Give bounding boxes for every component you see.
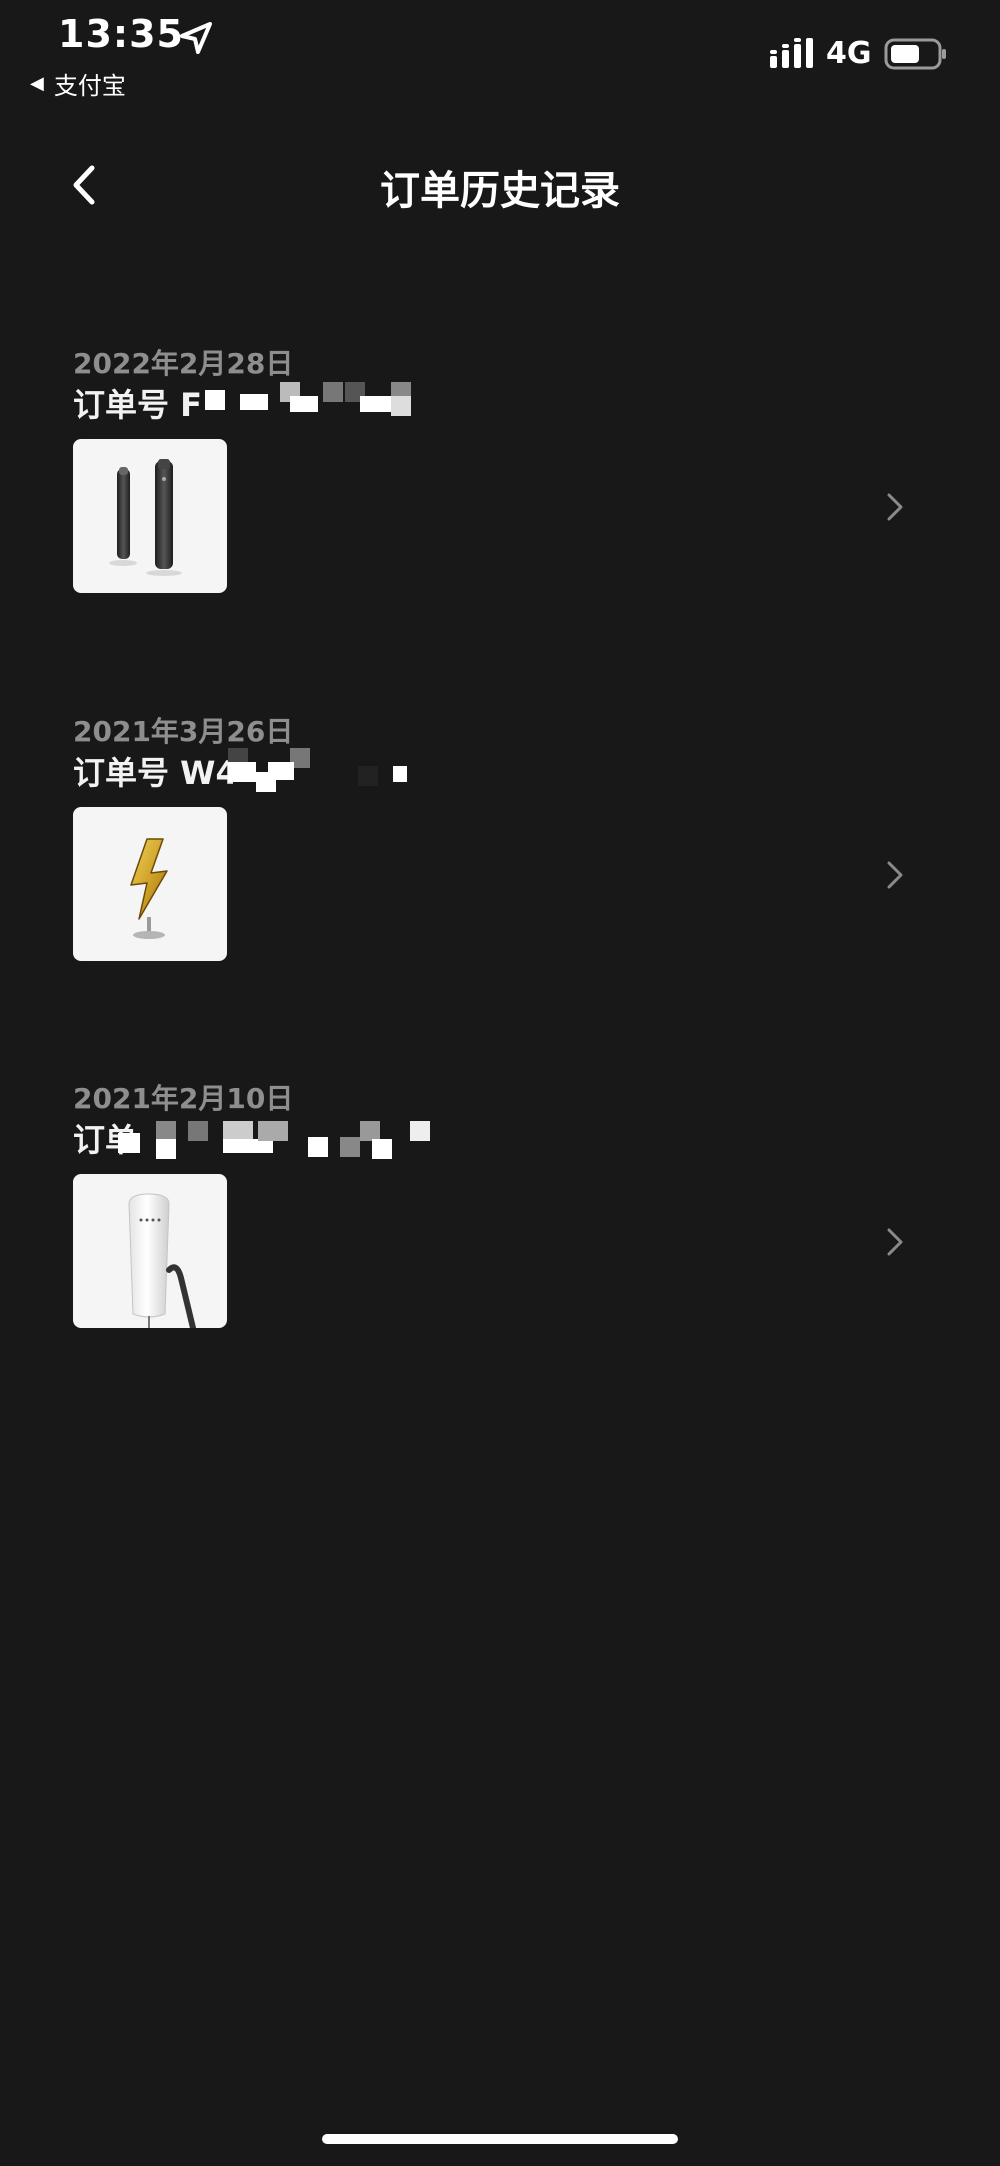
page-title: 订单历史记录 (380, 168, 620, 214)
location-arrow-icon (180, 22, 212, 54)
back-triangle-icon: ◀ (30, 73, 44, 94)
status-time: 13:35 (58, 12, 184, 56)
order-item[interactable]: 2021年3月26日 订单号 W4 (0, 710, 1000, 1010)
redacted-order-number (205, 376, 435, 424)
wall-connector-product (128, 1193, 196, 1328)
order-item[interactable]: 2021年2月10日 订单 (0, 1077, 1000, 1377)
order-number: 订单号 W4 (73, 754, 238, 792)
chevron-right-icon[interactable] (884, 859, 906, 891)
back-to-app-link[interactable]: ◀ 支付宝 (30, 66, 126, 101)
charging-cables-product (109, 459, 182, 576)
signal-bars-icon (770, 38, 813, 68)
product-thumbnail (73, 807, 227, 961)
network-type: 4G (826, 36, 872, 71)
redacted-order-number (118, 1111, 438, 1159)
order-number: 订单号 F (73, 386, 203, 424)
order-item[interactable]: 2022年2月28日 订单号 F (0, 342, 1000, 642)
redacted-order-number (228, 744, 438, 792)
chevron-right-icon[interactable] (884, 1226, 906, 1258)
home-indicator[interactable] (322, 2134, 678, 2144)
product-thumbnail (73, 1174, 227, 1328)
lightning-bolt-product (130, 838, 168, 939)
back-app-label: 支付宝 (53, 72, 126, 100)
product-thumbnail (73, 439, 227, 593)
chevron-right-icon[interactable] (884, 491, 906, 523)
battery-icon (884, 38, 946, 70)
